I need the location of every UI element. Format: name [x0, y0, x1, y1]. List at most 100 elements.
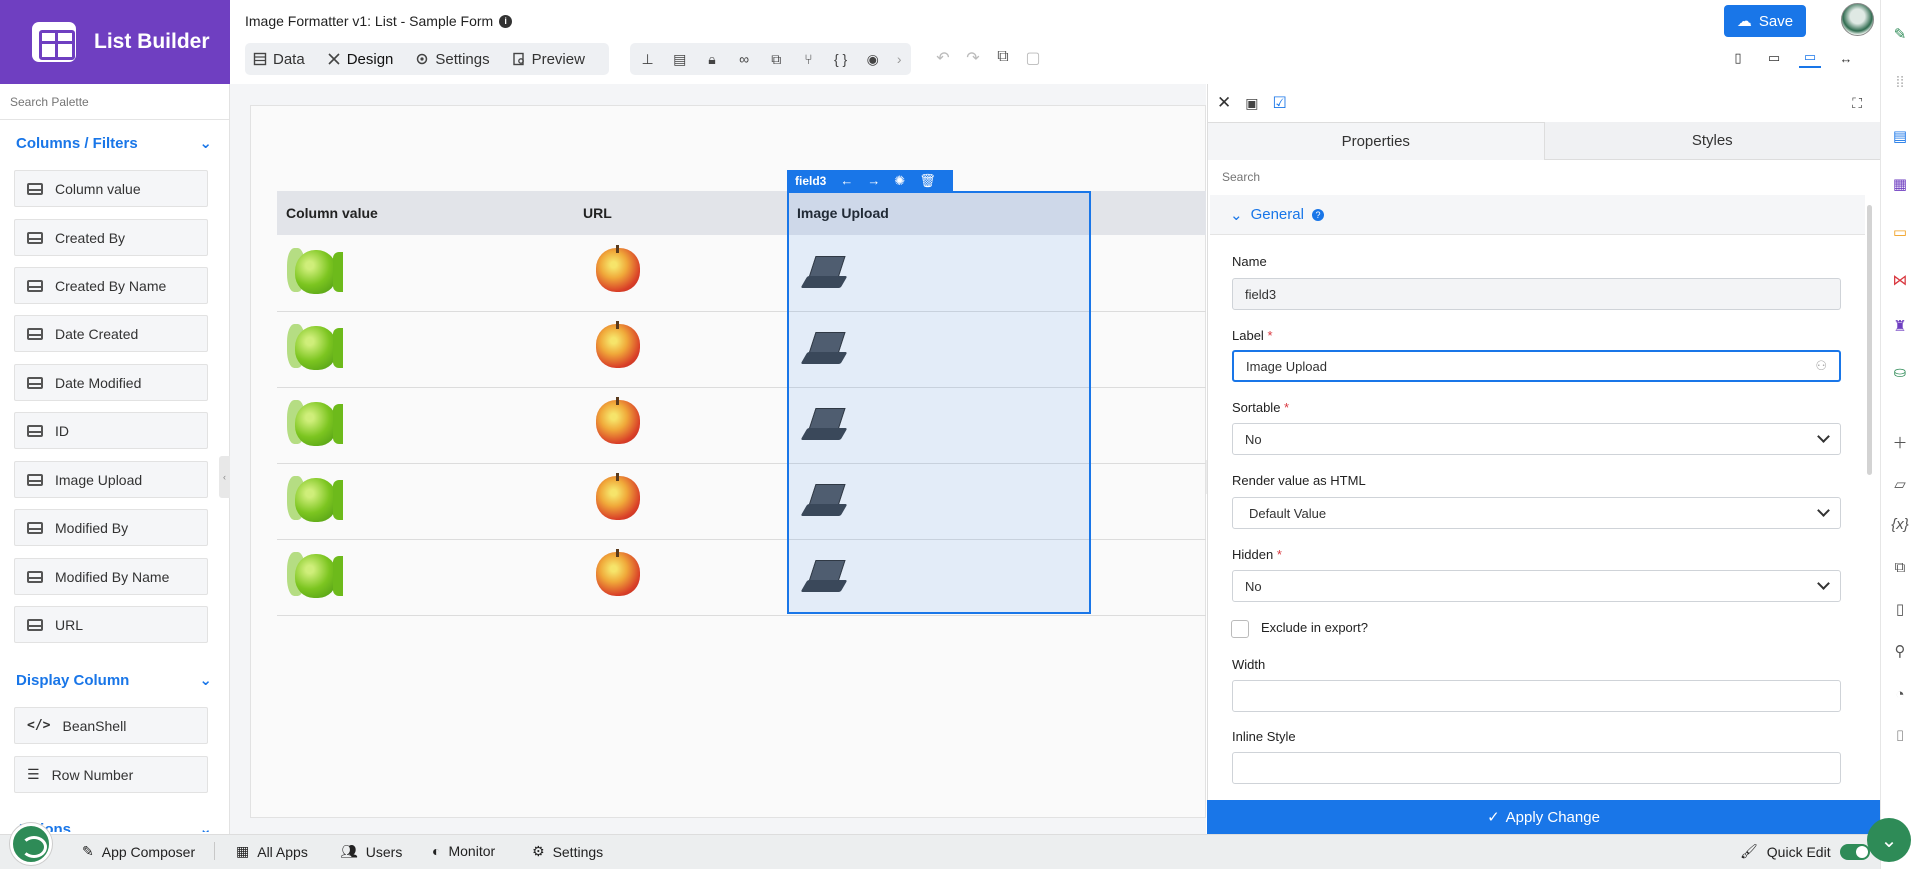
tab-settings[interactable]: Settings	[415, 51, 490, 68]
binder-icon[interactable]: ▤	[670, 49, 689, 69]
app-composer-link[interactable]: ✎ App Composer	[82, 843, 195, 860]
camera-icon[interactable]: ◉	[863, 49, 882, 69]
help-icon[interactable]: ?	[1311, 208, 1324, 221]
paint-bucket-icon[interactable]: ⛀	[1888, 360, 1912, 384]
info-icon[interactable]: i	[499, 14, 513, 28]
render-html-select[interactable]: Default Value	[1232, 497, 1841, 529]
tab-data[interactable]: Data	[253, 51, 305, 68]
exclude-export-checkbox[interactable]	[1231, 620, 1249, 638]
laptop-icon[interactable]: ▭	[1799, 48, 1821, 68]
undo-icon[interactable]: ↶	[934, 48, 952, 68]
settings-link[interactable]: ⚙ Settings	[532, 843, 603, 860]
move-right-icon[interactable]: →	[867, 173, 880, 188]
palette-item[interactable]: Created By	[14, 219, 208, 256]
brush-icon: 🖌︎	[1740, 843, 1758, 859]
apply-change-button[interactable]: ✓ Apply Change	[1207, 800, 1880, 834]
translate-icon[interactable]: ⧉	[1888, 555, 1912, 579]
width-field[interactable]	[1232, 680, 1841, 712]
selected-column-highlight[interactable]	[787, 191, 1091, 614]
palette-item[interactable]: Date Modified	[14, 364, 208, 401]
process-icon[interactable]: ⋈	[1888, 268, 1912, 292]
palette-item[interactable]: </> BeanShell	[14, 707, 208, 744]
collapse-chevron-button[interactable]: ⌄	[1867, 818, 1911, 862]
copy-icon[interactable]: ⧉	[994, 48, 1012, 68]
chevron-right-icon[interactable]: ›	[895, 49, 903, 69]
binder-icon[interactable]: ▣	[1245, 95, 1258, 112]
properties-search-input[interactable]	[1222, 166, 1822, 188]
all-apps-link[interactable]: ▦ All Apps	[236, 843, 308, 860]
scroll-icon[interactable]: ⌷	[1888, 724, 1912, 748]
redo-icon[interactable]: ↷	[964, 48, 982, 68]
checkbox-checked-icon[interactable]: ☑	[1272, 93, 1286, 113]
pin-icon[interactable]: ⚲	[1888, 639, 1912, 663]
section-columns-filters[interactable]: Columns / Filters ⌄	[16, 134, 212, 153]
document-icon[interactable]: ▯	[1888, 597, 1912, 621]
palette-item-label: BeanShell	[62, 717, 127, 734]
monitor-icon: ◐	[432, 843, 441, 859]
userview-icon[interactable]: ▭	[1888, 220, 1912, 244]
translate-icon[interactable]: ⚇	[1815, 358, 1827, 374]
tab-properties[interactable]: Properties	[1207, 122, 1545, 160]
palette-item[interactable]: Column value	[14, 170, 208, 207]
column-icon	[27, 473, 43, 486]
column-header[interactable]: URL	[583, 205, 612, 221]
monitor-link[interactable]: ◐ Monitor	[432, 843, 495, 859]
properties-scrollbar[interactable]	[1867, 205, 1872, 475]
plugin-icon[interactable]: ♜	[1888, 314, 1912, 338]
save-button[interactable]: ☁ Save	[1724, 5, 1806, 37]
palette-collapse-handle[interactable]: ‹	[219, 456, 230, 498]
column-icon	[27, 327, 43, 340]
device-preview-toggles: ▯ ▭ ▭ ↔	[1727, 48, 1857, 68]
drag-handle-icon[interactable]: ⁞⁞	[1888, 70, 1912, 94]
plus-icon[interactable]: ＋	[1888, 430, 1912, 454]
chevron-down-icon	[1817, 504, 1830, 517]
edit-icon[interactable]: ✎	[1888, 22, 1912, 46]
note-icon[interactable]: ▱	[1888, 472, 1912, 496]
palette-item[interactable]: URL	[14, 606, 208, 643]
palette-item[interactable]: ID	[14, 412, 208, 449]
users-link[interactable]: 👥︎ Users	[340, 843, 402, 860]
tablet-icon[interactable]: ▭	[1763, 48, 1785, 68]
expand-width-icon[interactable]: ↔	[1835, 48, 1857, 68]
move-left-icon[interactable]: ←	[840, 173, 853, 188]
glasses-icon[interactable]: ∞	[735, 49, 754, 69]
name-field[interactable]: field3	[1232, 278, 1841, 310]
close-icon[interactable]: ✕	[1217, 93, 1231, 113]
gauge-icon[interactable]: ◔	[1888, 682, 1912, 706]
section-display-column[interactable]: Display Column ⌄	[16, 671, 212, 690]
list-icon[interactable]: ▦	[1888, 172, 1912, 196]
cloud-upload-icon: ☁	[1736, 13, 1752, 30]
style-palette-icon[interactable]: ✺	[894, 173, 905, 189]
column-header[interactable]: Column value	[286, 205, 378, 221]
palette-item[interactable]: Created By Name	[14, 267, 208, 304]
bottom-link-label: Users	[365, 843, 403, 860]
mobile-icon[interactable]: ▯	[1727, 48, 1749, 68]
sortable-select[interactable]: No	[1232, 423, 1841, 455]
quick-edit-toggle[interactable]	[1839, 843, 1870, 860]
palette-item[interactable]: Modified By Name	[14, 558, 208, 595]
palette-item[interactable]: ☰ Row Number	[14, 756, 208, 793]
palette-item[interactable]: Modified By	[14, 509, 208, 546]
lock-icon[interactable]: 🔒︎	[702, 49, 721, 69]
tab-preview[interactable]: Preview	[512, 51, 585, 68]
form-icon[interactable]: ▤	[1888, 124, 1912, 148]
branch-icon[interactable]: ⑂	[799, 49, 818, 69]
tab-styles[interactable]: Styles	[1544, 122, 1880, 160]
user-avatar[interactable]	[1841, 3, 1874, 36]
palette-search-input[interactable]	[0, 84, 229, 120]
joget-logo-icon[interactable]	[10, 823, 52, 865]
label-field[interactable]: Image Upload ⚇	[1232, 350, 1841, 382]
palette-item[interactable]: Image Upload	[14, 461, 208, 498]
variable-icon[interactable]: {x}	[1888, 512, 1912, 536]
delete-icon[interactable]: 🗑︎	[919, 173, 936, 189]
fullscreen-icon[interactable]: ⛶	[1852, 95, 1862, 112]
general-section-header[interactable]: ⌄ General ?	[1210, 195, 1865, 235]
tab-design[interactable]: Design	[327, 51, 393, 68]
hierarchy-icon[interactable]: ⊥	[638, 49, 657, 69]
code-braces-icon[interactable]: { }	[831, 49, 850, 69]
palette-item[interactable]: Date Created	[14, 315, 208, 352]
paste-icon[interactable]: ▢	[1024, 48, 1042, 68]
inline-style-field[interactable]	[1232, 752, 1841, 784]
translate-icon[interactable]: ⧉	[767, 49, 786, 69]
hidden-select[interactable]: No	[1232, 570, 1841, 602]
